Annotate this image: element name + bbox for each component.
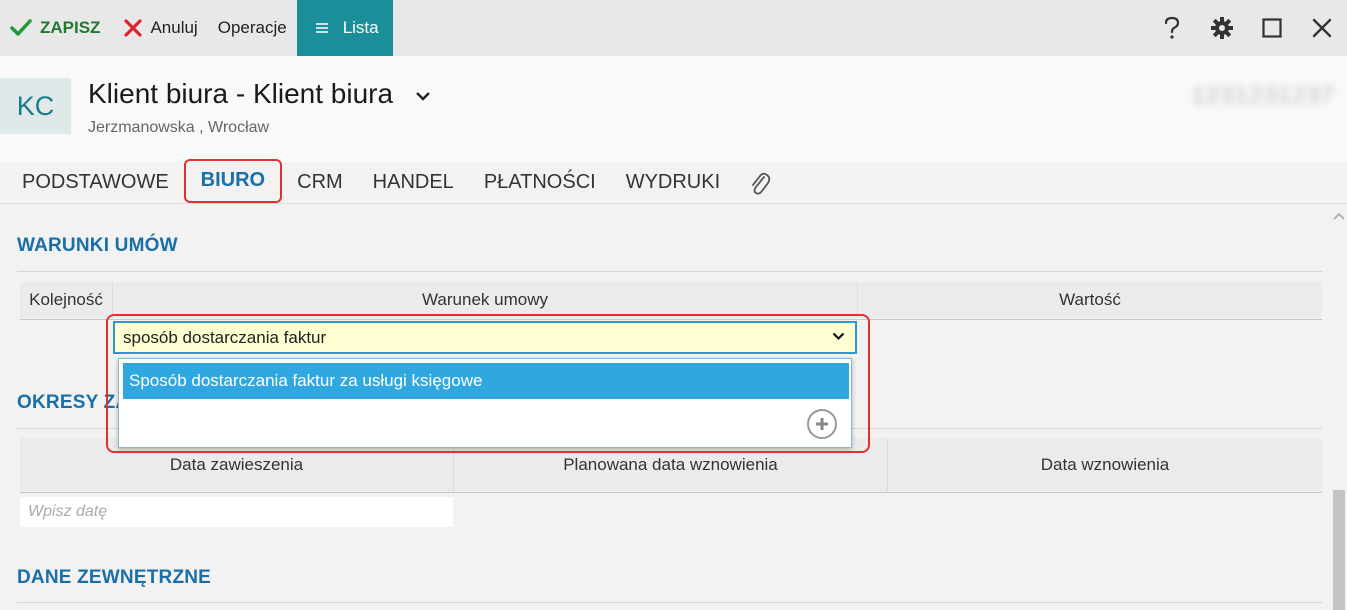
suspension-date-input[interactable]: Wpisz datę bbox=[20, 497, 453, 527]
page-title: Klient biura - Klient biura bbox=[88, 78, 431, 110]
column-header-data-wznowienia[interactable]: Data wznowienia bbox=[888, 438, 1322, 492]
save-label: ZAPISZ bbox=[40, 18, 101, 37]
list-label: Lista bbox=[342, 18, 379, 37]
chevron-down-icon[interactable] bbox=[415, 91, 431, 101]
chevron-down-icon[interactable] bbox=[832, 332, 845, 341]
tab-bar: PODSTAWOWE BIURO CRM HANDEL PŁATNOŚCI WY… bbox=[0, 158, 1347, 204]
menu-icon bbox=[315, 23, 328, 33]
maximize-icon bbox=[1262, 18, 1282, 38]
list-button[interactable]: Lista bbox=[296, 0, 393, 56]
maximize-button[interactable] bbox=[1247, 0, 1297, 56]
checkmark-icon bbox=[10, 19, 32, 36]
save-button[interactable]: ZAPISZ bbox=[0, 0, 110, 56]
dropdown-option[interactable]: Sposób dostarczania faktur za usługi ksi… bbox=[123, 363, 849, 399]
tab-attachments[interactable] bbox=[735, 162, 786, 204]
column-header-wartosc[interactable]: Wartość bbox=[858, 282, 1322, 318]
settings-button[interactable] bbox=[1197, 0, 1247, 56]
page-title-text: Klient biura - Klient biura bbox=[88, 78, 394, 109]
scroll-up-button[interactable] bbox=[1330, 209, 1347, 223]
cancel-label: Anuluj bbox=[150, 18, 198, 37]
record-header: KC Klient biura - Klient biura Jerzmanow… bbox=[0, 56, 1347, 162]
toolbar: ZAPISZ Anuluj Operacje Lista bbox=[0, 0, 1347, 56]
table-header-divider bbox=[20, 319, 1322, 320]
operations-button[interactable]: Operacje bbox=[208, 0, 297, 56]
column-header-warunek[interactable]: Warunek umowy bbox=[113, 282, 858, 318]
section-title-dane: DANE ZEWNĘTRZNE bbox=[17, 567, 212, 588]
tab-crm[interactable]: CRM bbox=[282, 162, 358, 204]
condition-combobox[interactable]: sposób dostarczania faktur bbox=[113, 321, 857, 354]
operations-label: Operacje bbox=[217, 18, 287, 37]
condition-dropdown-list: Sposób dostarczania faktur za usługi ksi… bbox=[118, 358, 852, 448]
blurred-identifier: 1231231237 bbox=[1191, 82, 1335, 109]
close-x-icon bbox=[124, 19, 143, 37]
gear-icon bbox=[1211, 17, 1233, 39]
tab-platnosci[interactable]: PŁATNOŚCI bbox=[469, 162, 611, 204]
close-icon bbox=[1312, 18, 1332, 38]
tab-handel[interactable]: HANDEL bbox=[358, 162, 469, 204]
paperclip-icon bbox=[752, 172, 771, 195]
cancel-button[interactable]: Anuluj bbox=[110, 0, 207, 56]
tab-biuro[interactable]: BIURO bbox=[183, 158, 283, 203]
table-header-divider bbox=[20, 492, 1322, 493]
section-title-warunki: WARUNKI UMÓW bbox=[17, 235, 178, 256]
scroll-thumb[interactable] bbox=[1333, 490, 1345, 610]
help-button[interactable] bbox=[1147, 0, 1197, 56]
column-header-kolejnosc[interactable]: Kolejność bbox=[20, 282, 113, 318]
tab-wydruki[interactable]: WYDRUKI bbox=[611, 162, 735, 204]
combobox-value: sposób dostarczania faktur bbox=[123, 327, 327, 347]
vertical-scrollbar[interactable] bbox=[1330, 205, 1347, 610]
plus-icon bbox=[816, 418, 828, 430]
close-window-button[interactable] bbox=[1297, 0, 1347, 56]
warunki-table-header: Kolejność Warunek umowy Wartość bbox=[20, 282, 1322, 318]
chevron-up-icon bbox=[1332, 212, 1345, 220]
avatar: KC bbox=[0, 78, 71, 134]
divider bbox=[17, 602, 1322, 603]
tab-podstawowe[interactable]: PODSTAWOWE bbox=[0, 162, 184, 204]
section-title-okresy: OKRESY ZA bbox=[17, 392, 130, 413]
question-icon bbox=[1164, 16, 1180, 39]
window-controls bbox=[1147, 0, 1347, 56]
add-option-button[interactable] bbox=[807, 409, 837, 439]
divider bbox=[17, 271, 1322, 272]
address-subtitle: Jerzmanowska , Wrocław bbox=[88, 119, 270, 136]
